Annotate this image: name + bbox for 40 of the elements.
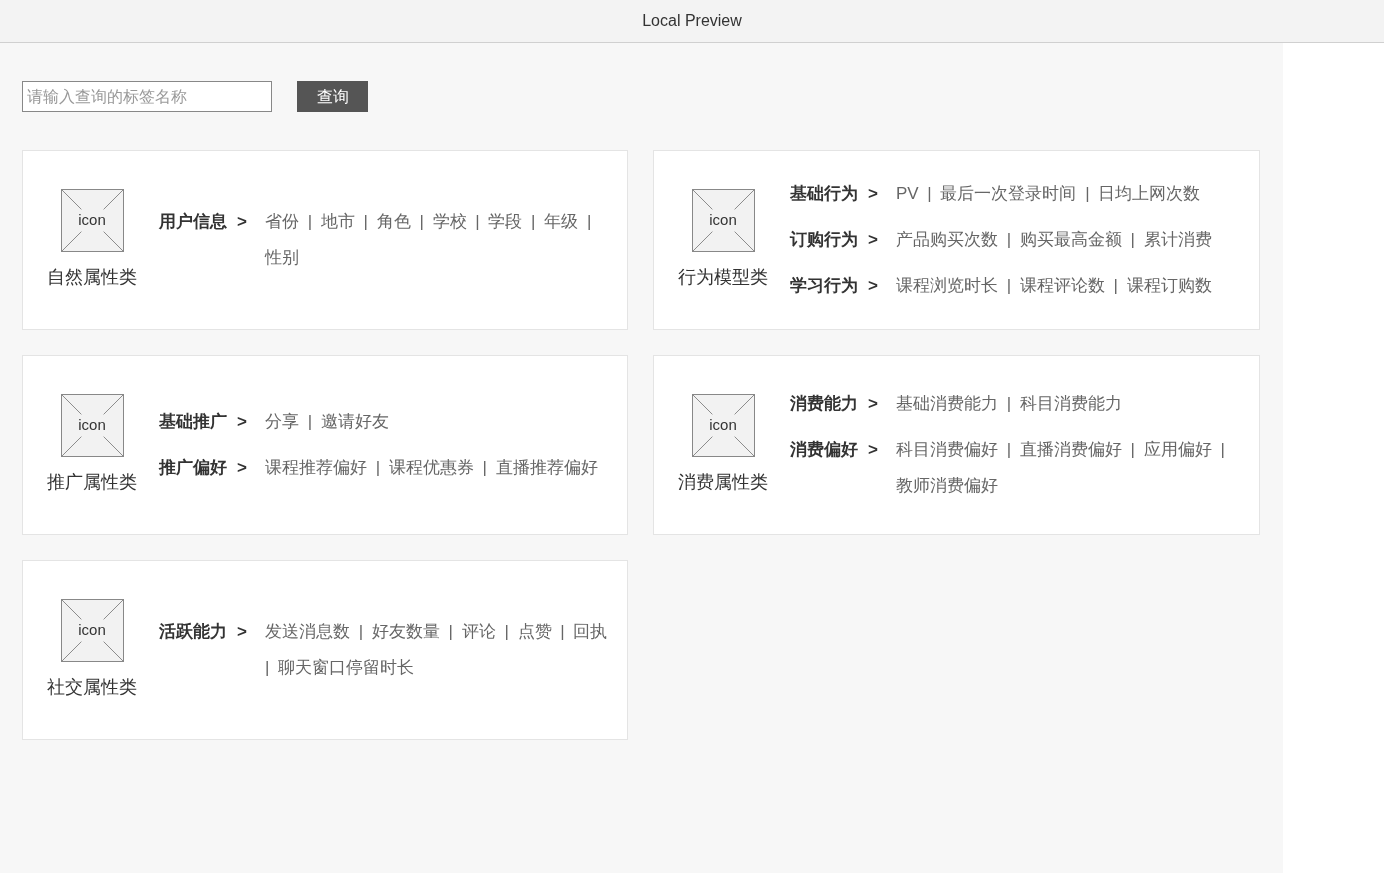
- group-label: 基础推广: [159, 411, 227, 433]
- arrow-glyph: >: [237, 211, 247, 233]
- category-title: 推广属性类: [47, 471, 137, 494]
- placeholder-label: icon: [78, 210, 106, 231]
- arrow-glyph: >: [237, 457, 247, 479]
- arrow-glyph: >: [868, 393, 878, 415]
- window-title: Local Preview: [642, 11, 742, 31]
- group-label: 用户信息: [159, 211, 227, 233]
- tag-list: 分享 | 邀请好友: [264, 404, 389, 440]
- tag-list: 产品购买次数 | 购买最高金额 | 累计消费: [895, 222, 1212, 258]
- search-field[interactable]: 请输入查询的标签名称: [22, 81, 272, 112]
- category-title: 消费属性类: [678, 471, 768, 494]
- arrow-glyph: >: [868, 275, 878, 297]
- placeholder-label: icon: [709, 210, 737, 231]
- tag-list: 发送消息数 | 好友数量 | 评论 | 点赞 | 回执 | 聊天窗口停留时长: [264, 614, 613, 686]
- group-label: 基础行为: [790, 183, 858, 205]
- arrow-glyph: >: [237, 411, 247, 433]
- search-button[interactable]: 查询: [297, 81, 368, 112]
- tag-list: 省份 | 地市 | 角色 | 学校 | 学段 | 年级 | 性别: [264, 204, 613, 276]
- arrow-glyph: >: [868, 229, 878, 251]
- placeholder-label: icon: [78, 415, 106, 436]
- placeholder-label: icon: [709, 415, 737, 436]
- group-label: 消费偏好: [790, 439, 858, 461]
- group-label: 活跃能力: [159, 621, 227, 643]
- group-label: 消费能力: [790, 393, 858, 415]
- arrow-glyph: >: [868, 183, 878, 205]
- tag-list: 基础消费能力 | 科目消费能力: [895, 386, 1122, 422]
- group-label: 学习行为: [790, 275, 858, 297]
- group-label: 订购行为: [790, 229, 858, 251]
- arrow-glyph: >: [237, 621, 247, 643]
- group-label: 推广偏好: [159, 457, 227, 479]
- tag-list: 科目消费偏好 | 直播消费偏好 | 应用偏好 | 教师消费偏好: [895, 432, 1245, 504]
- category-title: 自然属性类: [47, 266, 137, 289]
- tag-list: 课程推荐偏好 | 课程优惠券 | 直播推荐偏好: [264, 450, 598, 486]
- arrow-glyph: >: [868, 439, 878, 461]
- placeholder-label: icon: [78, 620, 106, 641]
- tag-list: 课程浏览时长 | 课程评论数 | 课程订购数: [895, 268, 1212, 304]
- category-title: 行为模型类: [678, 266, 768, 289]
- tag-list: PV | 最后一次登录时间 | 日均上网次数: [895, 176, 1201, 212]
- category-title: 社交属性类: [47, 676, 137, 699]
